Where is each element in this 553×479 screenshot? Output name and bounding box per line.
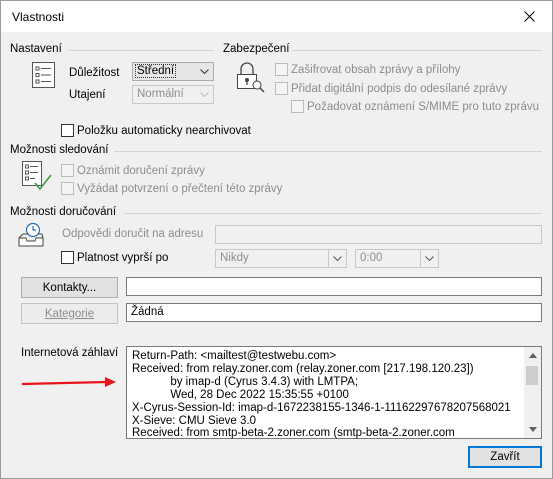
- delivery-receipt-checkbox[interactable]: [61, 164, 74, 177]
- importance-label: Důležitost: [69, 67, 120, 79]
- read-receipt-label: Vyžádat potvrzení o přečtení této zprávy: [77, 183, 283, 195]
- contacts-button-label: Kontakty...: [42, 281, 97, 294]
- categories-input[interactable]: Žádná: [126, 303, 542, 322]
- autoarchive-label: Položku automaticky nearchivovat: [77, 125, 251, 137]
- autoarchive-checkbox[interactable]: [61, 124, 74, 137]
- categories-button-label: Kategorie: [44, 307, 95, 320]
- window-title: Vlastnosti: [12, 10, 65, 24]
- expires-time-select[interactable]: 0:00: [355, 249, 439, 268]
- settings-group-label: Nastavení: [10, 43, 62, 55]
- contacts-button[interactable]: Kontakty...: [21, 277, 118, 298]
- close-icon: [523, 11, 535, 22]
- scroll-down-button[interactable]: [524, 421, 541, 438]
- sign-label: Přidat digitální podpis do odesílané zpr…: [291, 83, 508, 95]
- title-bar: Vlastnosti: [1, 1, 552, 32]
- header-line: X-Cyrus-Session-Id: imap-d-1672238155-13…: [132, 402, 511, 414]
- settings-list-icon: [32, 62, 55, 88]
- settings-divider: [69, 50, 214, 51]
- header-line: X-Sieve: CMU Sieve 3.0: [132, 415, 256, 427]
- encrypt-label: Zašifrovat obsah zprávy a přílohy: [291, 64, 461, 76]
- chevron-down-icon: [196, 86, 213, 103]
- categories-button[interactable]: Kategorie: [21, 303, 118, 324]
- header-line: Return-Path: <mailtest@testwebu.com>: [132, 350, 337, 362]
- scroll-up-icon: [528, 353, 537, 358]
- tracking-divider: [114, 151, 542, 152]
- header-line: Wed, 28 Dec 2022 15:35:55 +0100: [132, 389, 349, 401]
- smime-checkbox[interactable]: [291, 100, 304, 113]
- delivery-tray-icon: [18, 222, 44, 247]
- delivery-divider: [124, 213, 542, 214]
- header-line: by imap-d (Cyrus 3.4.3) with LMTPA;: [132, 376, 359, 388]
- expires-checkbox[interactable]: [61, 251, 74, 264]
- red-arrow-icon: [21, 377, 116, 387]
- expires-label: Platnost vyprší po: [77, 252, 169, 264]
- chevron-down-icon: [196, 63, 213, 80]
- expires-date-select[interactable]: Nikdy: [215, 249, 347, 268]
- importance-select[interactable]: Střední: [132, 62, 214, 81]
- scroll-down-icon: [528, 427, 537, 432]
- header-line: Received: from smtp-beta-2.zoner.com (sm…: [132, 427, 455, 439]
- scroll-up-button[interactable]: [524, 347, 541, 364]
- internet-headers-label: Internetová záhlaví: [21, 347, 119, 359]
- security-group-label: Zabezpečení: [223, 43, 290, 55]
- categories-value: Žádná: [131, 306, 164, 318]
- sensitivity-value: Normální: [137, 88, 184, 100]
- chevron-down-icon: [420, 250, 438, 267]
- close-dialog-button[interactable]: Zavřít: [468, 446, 542, 468]
- tracking-icon: [22, 161, 52, 191]
- expires-time-value: 0:00: [360, 252, 383, 264]
- security-divider: [292, 50, 542, 51]
- delivery-receipt-label: Oznámit doručení zprávy: [77, 165, 205, 177]
- tracking-group-label: Možnosti sledování: [10, 144, 109, 156]
- expires-date-value: Nikdy: [220, 252, 249, 264]
- chevron-down-icon: [328, 250, 346, 267]
- sensitivity-label: Utajení: [69, 89, 106, 101]
- close-button[interactable]: [506, 1, 552, 32]
- scroll-thumb[interactable]: [526, 366, 538, 385]
- properties-dialog: Vlastnosti Nastavení Důležitost Střední …: [0, 0, 553, 479]
- close-dialog-button-label: Zavřít: [490, 451, 520, 463]
- importance-value: Střední: [135, 64, 177, 78]
- internet-headers-textarea[interactable]: Return-Path: <mailtest@testwebu.com> Rec…: [126, 346, 542, 439]
- contacts-input[interactable]: [126, 277, 542, 296]
- smime-label: Požadovat oznámení S/MIME pro tuto zpráv…: [307, 101, 540, 113]
- replies-to-input[interactable]: [215, 225, 542, 244]
- replies-to-label: Odpovědi doručit na adresu: [62, 228, 204, 240]
- headers-scrollbar[interactable]: [524, 347, 541, 438]
- read-receipt-checkbox[interactable]: [61, 182, 74, 195]
- sign-checkbox[interactable]: [275, 82, 288, 95]
- encrypt-checkbox[interactable]: [275, 63, 288, 76]
- padlock-icon: [237, 62, 265, 93]
- delivery-group-label: Možnosti doručování: [10, 206, 117, 218]
- sensitivity-select[interactable]: Normální: [132, 85, 214, 104]
- header-line: Received: from relay.zoner.com (relay.zo…: [132, 363, 474, 375]
